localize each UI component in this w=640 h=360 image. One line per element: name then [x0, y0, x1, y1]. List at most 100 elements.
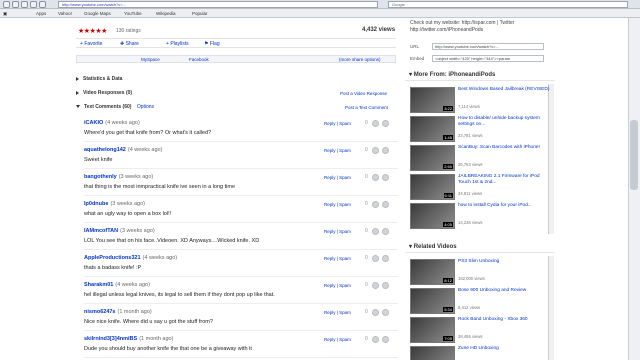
video-thumbnail[interactable]: 7:05 [410, 317, 455, 343]
post-video-response-link[interactable]: Post a Video Response [340, 91, 387, 96]
statistics-section-toggle[interactable]: Statistics & Data [76, 76, 122, 82]
thumbs-up-icon[interactable] [372, 174, 379, 181]
bookmark-item[interactable]: Popular [192, 11, 208, 16]
thumbs-down-icon[interactable] [382, 201, 389, 208]
video-views: 23,781 views [458, 133, 483, 138]
stop-button[interactable] [30, 1, 37, 8]
video-item[interactable]: 4:05 how to install Cydia for your iPod..… [410, 202, 555, 229]
comment-text: Dude you should buy another knife the th… [84, 346, 252, 352]
video-thumbnail[interactable]: 4:05 [410, 203, 455, 229]
related-videos-header[interactable]: ▾ Related Videos [405, 242, 555, 253]
comment-author[interactable]: iCAKIO (4 weeks ago) [84, 120, 140, 126]
reply-spam-links[interactable]: Reply | Spam [324, 175, 351, 180]
reload-button[interactable] [21, 1, 28, 8]
video-title[interactable]: Rock Band Unboxing - Xbox 360 [458, 317, 550, 323]
video-item[interactable]: 6:11 JAILBREAKING 2.1 Firmware for iPod T… [410, 173, 555, 200]
comment-author[interactable]: AppleProductions321 (4 weeks ago) [84, 255, 177, 261]
post-text-comment-link[interactable]: Post a Text Comment [345, 105, 388, 110]
video-thumbnail[interactable]: 6:22 [410, 346, 455, 360]
search-input[interactable]: Google [388, 1, 628, 8]
thumbs-up-icon[interactable] [372, 228, 379, 235]
reply-spam-links[interactable]: Reply | Spam [324, 256, 351, 261]
bookmark-item[interactable]: Apps [36, 11, 46, 16]
thumbs-down-icon[interactable] [382, 282, 389, 289]
page-scrollbar-thumb[interactable] [630, 120, 638, 190]
reply-spam-links[interactable]: Reply | Spam [324, 283, 351, 288]
bookmark-item[interactable]: Wikipedia [156, 11, 176, 16]
back-button[interactable] [3, 1, 10, 8]
video-item[interactable]: 7:05 Rock Band Unboxing - Xbox 360 28,455 … [410, 316, 555, 343]
thumbs-down-icon[interactable] [382, 336, 389, 343]
thumbs-up-icon[interactable] [372, 255, 379, 262]
video-responses-section-toggle[interactable]: Video Responses (0) [76, 90, 132, 96]
thumbs-up-icon[interactable] [372, 282, 379, 289]
video-item[interactable]: 2:50 ScanBuy: Scan Barcodes with iPhone! 2… [410, 144, 555, 171]
video-item[interactable]: 3:22 Best Windows Based Jailbreak (REVISE… [410, 86, 555, 113]
thumbs-down-icon[interactable] [382, 309, 389, 316]
comment-author[interactable]: IAMmcofTAN (3 weeks ago) [84, 228, 155, 234]
comment-author[interactable]: skilrnind3[3]4nmiBS (1 month ago) [84, 336, 173, 342]
thumbs-down-icon[interactable] [382, 228, 389, 235]
video-item[interactable]: 6:22Zune HD UnboxingOrbitalKicks [410, 345, 555, 360]
share-button[interactable]: ✚ Share [120, 41, 139, 47]
reply-spam-links[interactable]: Reply | Spam [324, 121, 351, 126]
comment-text: hel illegal unless legal knives, its leg… [84, 292, 275, 298]
comment-author[interactable]: Sharakm01 (4 weeks ago) [84, 282, 150, 288]
thumbs-down-icon[interactable] [382, 255, 389, 262]
thumbs-up-icon[interactable] [372, 336, 379, 343]
more-share-options-link[interactable]: (more share options) [339, 57, 381, 62]
more-from-header[interactable]: ▾ More From: iPhoneandiPods [405, 70, 555, 81]
video-title[interactable]: Best Windows Based Jailbreak (REVISED) [458, 87, 550, 93]
tab-myspace[interactable]: MySpace [141, 57, 160, 62]
video-title[interactable]: how to install Cydia for your iPod... [458, 203, 550, 209]
thumbs-up-icon[interactable] [372, 309, 379, 316]
video-title[interactable]: How to disable/ unhide backup system set… [458, 116, 550, 127]
video-item[interactable]: 1:45 How to disable/ unhide backup system… [410, 115, 555, 142]
thumbs-up-icon[interactable] [372, 120, 379, 127]
forward-button[interactable] [12, 1, 19, 8]
embed-field[interactable]: <object width="425" height="344"><param [432, 55, 544, 62]
reply-spam-links[interactable]: Reply | Spam [324, 202, 351, 207]
video-thumbnail[interactable]: 1:45 [410, 116, 455, 142]
playlists-button[interactable]: + Playlists [166, 41, 189, 47]
text-comments-section-toggle[interactable]: Text Comments (60) Options [76, 104, 154, 110]
video-thumbnail[interactable]: 3:22 [410, 87, 455, 113]
thumbs-up-icon[interactable] [372, 201, 379, 208]
comment-author[interactable]: nismo6247s (1 month ago) [84, 309, 152, 315]
video-item[interactable]: 5:34 Bose 900 Unboxing and Review 9,412 vi… [410, 287, 555, 314]
url-field[interactable]: http://www.youtube.com/watch?v=... [432, 43, 544, 50]
thumbs-down-icon[interactable] [382, 174, 389, 181]
reply-spam-links[interactable]: Reply | Spam [324, 148, 351, 153]
reply-spam-links[interactable]: Reply | Spam [324, 337, 351, 342]
reply-spam-links[interactable]: Reply | Spam [324, 310, 351, 315]
tab-facebook[interactable]: Facebook [189, 57, 209, 62]
video-title[interactable]: PS3 Slim Unboxing [458, 259, 550, 265]
bookmark-item[interactable]: YouTube [124, 11, 142, 16]
channel-description-link[interactable]: http://twitter.com/iPhoneandPods [410, 27, 483, 33]
address-bar[interactable]: http://www.youtube.com/watch?v=... [58, 1, 378, 8]
comment-author[interactable]: aquathelong142 (4 weeks ago) [84, 147, 162, 153]
reply-spam-links[interactable]: Reply | Spam [324, 229, 351, 234]
video-thumbnail[interactable]: 5:34 [410, 288, 455, 314]
home-button[interactable] [39, 1, 46, 8]
comment-options-link[interactable]: Options [137, 104, 154, 110]
thumbs-down-icon[interactable] [382, 147, 389, 154]
favorite-button[interactable]: + Favorite [80, 41, 102, 47]
thumbs-down-icon[interactable] [382, 120, 389, 127]
video-thumbnail[interactable]: 8:12 [410, 259, 455, 285]
bookmark-item[interactable]: Vahoo! [58, 11, 72, 16]
rating-stars[interactable]: ★★★★★ [78, 27, 107, 35]
thumbs-up-icon[interactable] [372, 147, 379, 154]
video-title[interactable]: JAILBREAKING 2.1 Firmware for iPod Touch… [458, 174, 550, 185]
video-thumbnail[interactable]: 6:11 [410, 174, 455, 200]
video-title[interactable]: Bose 900 Unboxing and Review [458, 288, 550, 294]
video-item[interactable]: 8:12 PS3 Slim Unboxing 162,000 views [410, 258, 555, 285]
flag-button[interactable]: ⚑ Flag [204, 41, 220, 47]
comment-author[interactable]: Ip0dnube (3 weeks ago) [84, 201, 145, 207]
bookmark-icon[interactable]: ▣ [3, 11, 7, 17]
comment-author[interactable]: bangothenly (3 weeks ago) [84, 174, 153, 180]
video-thumbnail[interactable]: 2:50 [410, 145, 455, 171]
video-title[interactable]: ScanBuy: Scan Barcodes with iPhone! [458, 145, 550, 151]
bookmark-item[interactable]: Google Maps [84, 11, 111, 16]
video-title[interactable]: Zune HD Unboxing [458, 346, 550, 352]
